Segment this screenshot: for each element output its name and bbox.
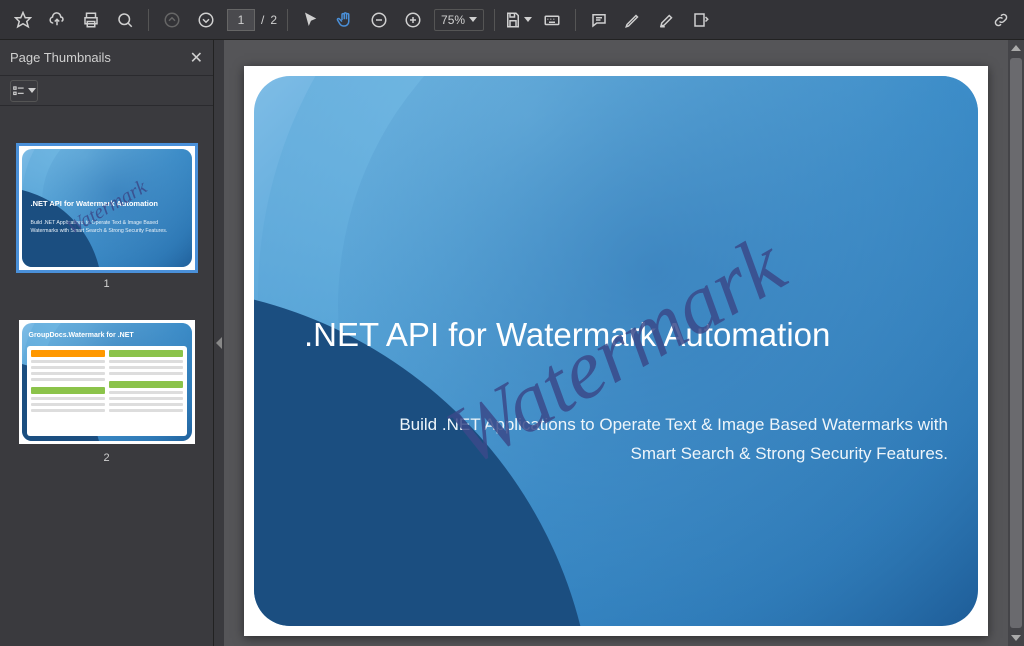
zoom-level-dropdown[interactable]: 75%: [434, 9, 484, 31]
thumbnail-item: .NET API for Watermark Automation Build …: [19, 146, 195, 290]
thumbnails-list: .NET API for Watermark Automation Build …: [0, 106, 213, 646]
chevron-up-icon: [1011, 45, 1021, 51]
thumbnail-item: GroupDocs.Watermark for .NET: [19, 320, 195, 464]
search-icon[interactable]: [108, 3, 142, 37]
thumb-subtitle: Build .NET Applications to Operate Text …: [31, 220, 185, 236]
thumbnails-sidebar: Page Thumbnails ✕ .NET API for Watermark…: [0, 40, 214, 646]
page-indicator: / 2: [227, 9, 277, 31]
thumbnail-page-1[interactable]: .NET API for Watermark Automation Build …: [19, 146, 195, 270]
thumbnail-number: 1: [103, 278, 109, 290]
toolbar-separator: [494, 9, 495, 31]
toolbar-separator: [287, 9, 288, 31]
scroll-down-button[interactable]: [1008, 630, 1024, 646]
thumb-title: GroupDocs.Watermark for .NET: [29, 332, 134, 339]
keyboard-icon[interactable]: [535, 3, 569, 37]
link-icon[interactable]: [984, 3, 1018, 37]
current-page-input[interactable]: [227, 9, 255, 31]
sidebar-header: Page Thumbnails ✕: [0, 40, 213, 76]
page-viewer[interactable]: .NET API for Watermark Automation Build …: [224, 40, 1008, 646]
upload-icon[interactable]: [40, 3, 74, 37]
save-dropdown-icon[interactable]: [501, 3, 535, 37]
toolbar-separator: [148, 9, 149, 31]
chevron-left-icon: [216, 337, 222, 349]
highlight-icon[interactable]: [650, 3, 684, 37]
document-page: .NET API for Watermark Automation Build …: [244, 66, 988, 636]
star-icon[interactable]: [6, 3, 40, 37]
scrollbar-thumb[interactable]: [1010, 58, 1022, 628]
chevron-down-icon: [524, 17, 532, 22]
main-area: Page Thumbnails ✕ .NET API for Watermark…: [0, 40, 1024, 646]
scroll-up-button[interactable]: [1008, 40, 1024, 56]
toolbar-separator: [575, 9, 576, 31]
comment-icon[interactable]: [582, 3, 616, 37]
zoom-in-icon[interactable]: [396, 3, 430, 37]
vertical-scrollbar[interactable]: [1008, 40, 1024, 646]
page-down-icon[interactable]: [189, 3, 223, 37]
zoom-level-value: 75%: [441, 13, 465, 27]
sidebar-title: Page Thumbnails: [10, 50, 111, 65]
thumbnail-number: 2: [103, 452, 109, 464]
thumb-content-panel: [27, 346, 187, 436]
chevron-down-icon: [1011, 635, 1021, 641]
main-toolbar: / 2 75%: [0, 0, 1024, 40]
sidebar-collapse-handle[interactable]: [214, 40, 224, 646]
hand-tool-icon[interactable]: [328, 3, 362, 37]
pointer-tool-icon[interactable]: [294, 3, 328, 37]
chevron-down-icon: [469, 17, 477, 22]
page-separator: /: [261, 13, 264, 27]
thumbnail-page-2[interactable]: GroupDocs.Watermark for .NET: [19, 320, 195, 444]
pen-icon[interactable]: [616, 3, 650, 37]
page-up-icon[interactable]: [155, 3, 189, 37]
slide-title: .NET API for Watermark Automation: [304, 316, 948, 354]
slide-subtitle: Build .NET Applications to Operate Text …: [394, 411, 948, 469]
sidebar-subtoolbar: [0, 76, 213, 106]
print-icon[interactable]: [74, 3, 108, 37]
text-edit-icon[interactable]: [684, 3, 718, 37]
thumbnail-options-button[interactable]: [10, 80, 38, 102]
list-icon: [12, 84, 26, 98]
total-pages: 2: [270, 13, 277, 27]
close-icon[interactable]: ✕: [190, 48, 203, 68]
chevron-down-icon: [28, 88, 36, 93]
zoom-out-icon[interactable]: [362, 3, 396, 37]
